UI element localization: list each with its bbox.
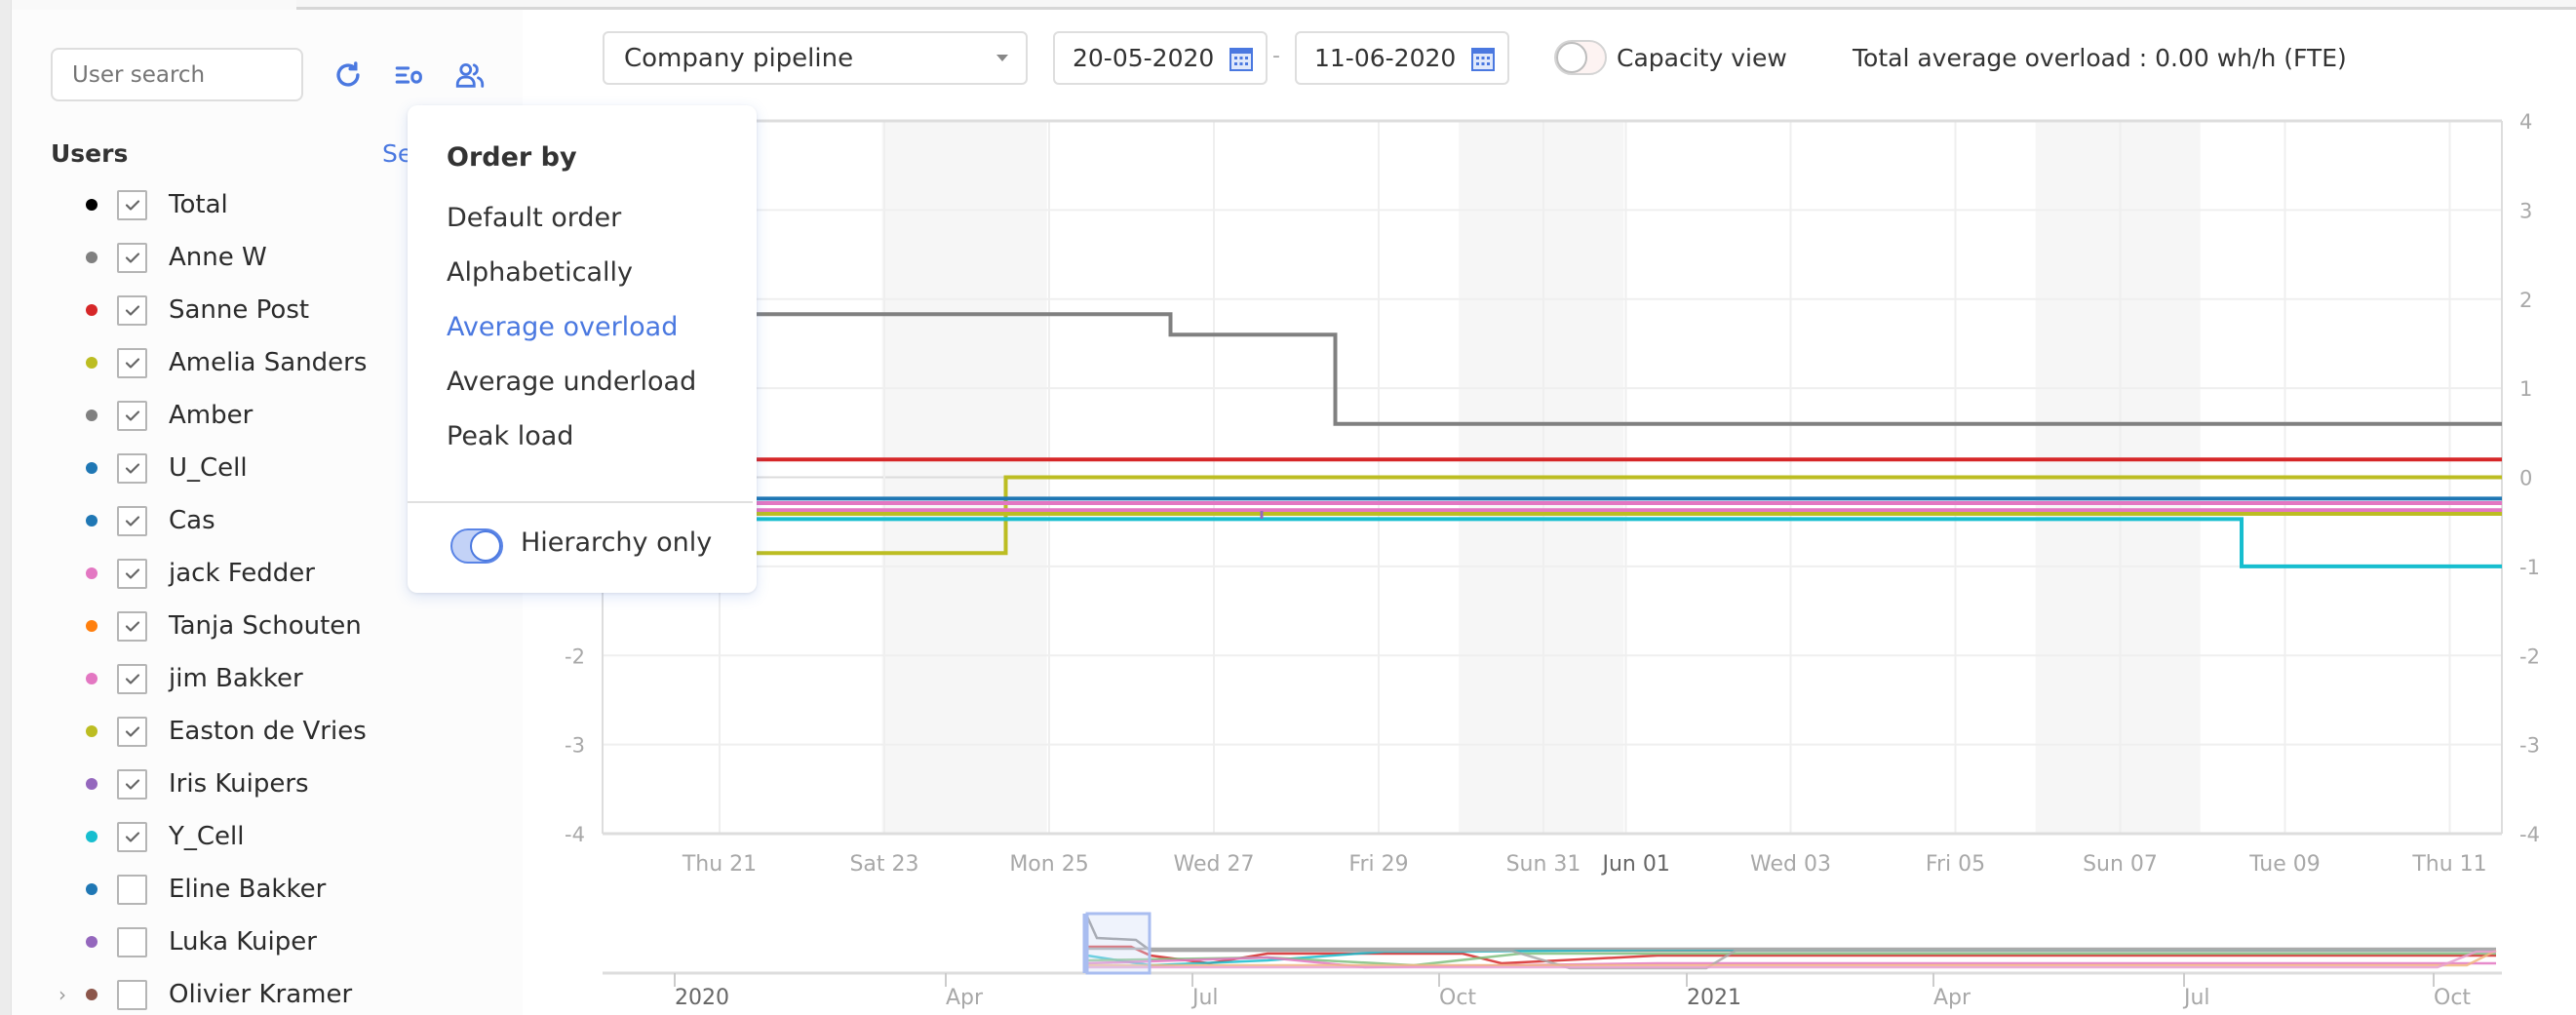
order-by-title: Order by [447,142,577,173]
hierarchy-only-toggle[interactable] [450,528,503,564]
x-tick-label: Sun 31 [1506,852,1581,877]
order-option-peak-load[interactable]: Peak load [447,421,573,451]
menu-divider [408,501,753,503]
navigator-series-line [1085,916,2496,953]
x-tick-label: Sun 07 [2083,852,2158,877]
order-option-default[interactable]: Default order [447,203,621,233]
y-tick-label-right: -4 [2519,823,2540,846]
x-tick-label: Thu 11 [2411,852,2486,877]
x-tick-label: Fri 05 [1926,852,1985,877]
y-tick-label-right: -3 [2519,734,2540,758]
order-option-average-overload[interactable]: Average overload [447,312,678,342]
navigator-selection-window[interactable] [1085,912,1151,975]
navigator-tick-label: Apr [1933,986,1971,1010]
x-tick-label: Wed 03 [1750,852,1831,877]
y-tick-label-right: 0 [2519,467,2532,490]
y-tick-label-left: -4 [565,823,585,846]
x-tick-label: Sat 23 [849,852,918,877]
y-tick-label-left: -2 [565,644,585,668]
navigator-tick-label: Jul [2182,986,2210,1010]
y-tick-label-right: 3 [2519,199,2532,222]
x-tick-label: Tue 09 [2248,852,2321,877]
y-tick-label-right: 2 [2519,289,2532,312]
x-tick-label: Fri 29 [1348,852,1408,877]
x-tick-label: Thu 21 [682,852,757,877]
y-tick-label-right: -1 [2519,556,2540,579]
navigator-tick-label: Oct [1439,986,1476,1010]
toggle-knob [470,530,501,562]
x-tick-label: Mon 25 [1009,852,1088,877]
y-tick-label-right: 4 [2519,110,2532,134]
y-tick-label-left: -3 [565,734,585,758]
order-option-average-underload[interactable]: Average underload [447,367,696,397]
y-tick-label-right: -2 [2519,644,2540,668]
order-by-menu: Order by Default order Alphabetically Av… [408,105,757,593]
navigator-tick-label: Oct [2434,986,2471,1010]
x-tick-label: Wed 27 [1174,852,1255,877]
y-tick-label-right: 1 [2519,377,2532,401]
workload-chart[interactable]: 4433221100-1-1-2-2-3-3-4-4Thu 21Sat 23Mo… [0,0,2576,1015]
navigator-tick-label: Apr [946,986,984,1010]
x-tick-label: Jun 01 [1601,852,1670,877]
navigator-tick-label: 2021 [1687,986,1741,1010]
navigator-tick-label: 2020 [675,986,729,1010]
order-option-alphabetical[interactable]: Alphabetically [447,257,633,288]
navigator-tick-label: Jul [1190,986,1219,1010]
hierarchy-only-label: Hierarchy only [521,527,713,558]
